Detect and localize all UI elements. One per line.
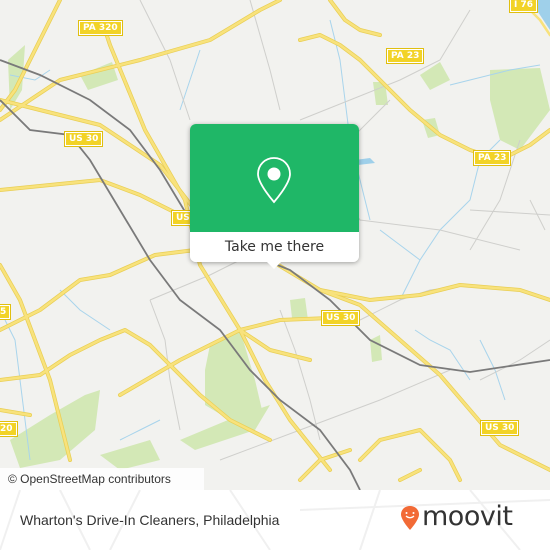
osm-attribution[interactable]: © OpenStreetMap contributors xyxy=(0,468,204,490)
destination-popup: Take me there xyxy=(190,124,359,269)
road-label-us30: US 30 xyxy=(479,420,520,436)
moovit-pin-icon xyxy=(401,506,419,530)
road-label-pa23: PA 23 xyxy=(472,150,512,166)
brand-name: moovit xyxy=(422,501,513,532)
place-title: Wharton's Drive-In Cleaners, Philadelphi… xyxy=(20,512,280,528)
road-label-partial: 20 xyxy=(0,421,18,437)
map-pin-icon xyxy=(257,157,291,204)
road-label-pa320: PA 320 xyxy=(78,20,123,36)
popup-header xyxy=(190,124,359,232)
take-me-there-button[interactable]: Take me there xyxy=(190,232,359,262)
popup-pointer xyxy=(266,261,282,269)
road-label-pa23: PA 23 xyxy=(385,48,425,64)
road-label-us30: US 30 xyxy=(320,310,361,326)
road-label-partial: 5 xyxy=(0,304,12,320)
road-label-us30: US 30 xyxy=(63,131,104,147)
road-label-i76: I 76 xyxy=(508,0,539,13)
